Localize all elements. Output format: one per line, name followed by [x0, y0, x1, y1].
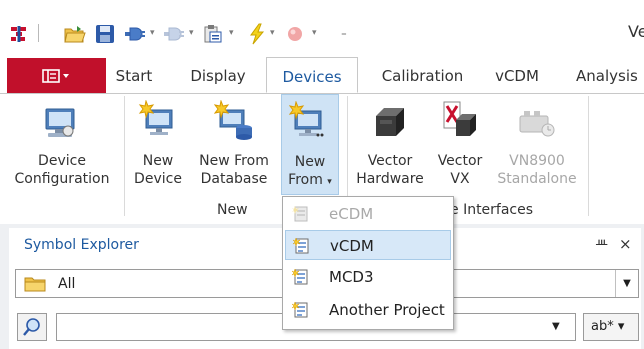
vector-vx-line2: VX: [450, 171, 470, 187]
menu-item-label: vCDM: [330, 237, 374, 255]
folder-icon: [24, 277, 46, 292]
app-logo-icon[interactable]: [9, 24, 29, 44]
tab-start[interactable]: Start: [105, 57, 163, 93]
search-button[interactable]: [17, 313, 47, 341]
record-icon: [286, 25, 304, 43]
new-device-icon: [138, 100, 173, 135]
vector-vx-button[interactable]: Vector VX: [430, 94, 490, 202]
disconnect-icon: [163, 25, 185, 43]
pin-icon[interactable]: ᚈ: [596, 237, 607, 251]
chevron-down-icon[interactable]: ▼: [615, 270, 638, 297]
group-label-new: New: [217, 202, 248, 218]
wildcard-filter-button[interactable]: ab* ▾: [583, 313, 639, 341]
vn8900-icon: [519, 111, 555, 137]
new-device-button[interactable]: New Device: [128, 94, 188, 202]
new-from-database-line2: Database: [200, 171, 268, 187]
vector-hardware-line2: Hardware: [356, 171, 424, 187]
lightning-dropdown-icon[interactable]: ▾: [270, 28, 275, 38]
menu-item-another-project[interactable]: Another Project: [285, 295, 451, 325]
menu-item-ecdm: eCDM: [285, 199, 451, 229]
file-menu-button[interactable]: [7, 58, 106, 93]
vector-vx-icon: [443, 101, 476, 136]
menu-item-label: eCDM: [329, 205, 374, 223]
device-configuration-line1: Device: [38, 153, 86, 169]
ribbon-separator: [588, 96, 589, 216]
tab-vcdm[interactable]: vCDM: [486, 57, 548, 93]
vector-hardware-line1: Vector: [367, 153, 413, 169]
new-from-icon: [289, 101, 324, 137]
lightning-icon[interactable]: [249, 23, 265, 45]
close-icon[interactable]: ×: [619, 235, 632, 253]
menu-item-mcd3[interactable]: MCD3: [285, 262, 451, 292]
symbol-explorer-title: Symbol Explorer: [24, 237, 139, 253]
vector-vx-line1: Vector: [437, 153, 483, 169]
new-from-button[interactable]: New From ▾: [281, 94, 339, 195]
ecdm-icon: [292, 206, 308, 222]
save-icon[interactable]: [95, 24, 115, 44]
search-history-dropdown-icon[interactable]: ▼: [552, 321, 560, 332]
new-from-line2: From: [288, 172, 323, 188]
tab-analysis[interactable]: Analysis: [576, 57, 644, 93]
device-configuration-button[interactable]: Device Configuration: [4, 94, 120, 202]
customize-icon[interactable]: ₌: [341, 26, 347, 39]
group-label-interfaces: e Interfaces: [450, 202, 534, 218]
new-from-menu: eCDM vCDM MCD3 Another Project: [282, 196, 454, 330]
connect-icon[interactable]: [124, 25, 146, 43]
new-from-database-button[interactable]: New From Database: [190, 94, 278, 202]
clipboard-icon[interactable]: [203, 24, 223, 44]
new-from-dropdown-icon: ▾: [327, 177, 332, 187]
toolbar-separator: [38, 24, 39, 42]
ribbon-separator: [124, 96, 125, 216]
clipboard-dropdown-icon[interactable]: ▾: [229, 28, 234, 38]
vn8900-standalone-button: VN8900 Standalone: [492, 94, 582, 202]
tab-devices[interactable]: Devices: [266, 57, 358, 93]
tab-display[interactable]: Display: [178, 57, 258, 93]
vn8900-line2: Standalone: [497, 171, 577, 187]
file-menu-icon: [41, 68, 69, 83]
connect-dropdown-icon[interactable]: ▾: [150, 28, 155, 38]
device-configuration-line2: Configuration: [14, 171, 110, 187]
vector-hardware-icon: [376, 108, 404, 136]
new-from-database-icon: [214, 100, 252, 140]
new-device-line2: Device: [134, 171, 182, 187]
window-title-fragment: Ve: [628, 22, 644, 41]
symbol-filter-value: All: [58, 276, 76, 292]
device-configuration-icon: [45, 108, 75, 137]
quick-access-toolbar: ▾ ▾ ▾ ▾ ▾ ₌ Ve: [0, 0, 644, 56]
vn8900-line1: VN8900: [509, 153, 565, 169]
disconnect-dropdown-icon: ▾: [189, 28, 194, 38]
search-icon: [23, 318, 40, 336]
open-folder-icon[interactable]: [64, 24, 86, 44]
menu-item-label: MCD3: [329, 268, 374, 286]
menu-item-label: Another Project: [329, 301, 445, 319]
record-dropdown-icon: ▾: [312, 28, 317, 38]
new-device-line1: New: [142, 153, 174, 169]
vcdm-icon: [293, 237, 309, 254]
new-from-line1: New: [294, 154, 326, 170]
mcd3-icon: [292, 268, 308, 285]
new-from-database-line1: New From: [199, 153, 269, 169]
vector-hardware-button[interactable]: Vector Hardware: [350, 94, 430, 202]
menu-item-vcdm[interactable]: vCDM: [285, 230, 451, 260]
project-icon: [292, 301, 308, 318]
tab-calibration[interactable]: Calibration: [370, 57, 475, 93]
